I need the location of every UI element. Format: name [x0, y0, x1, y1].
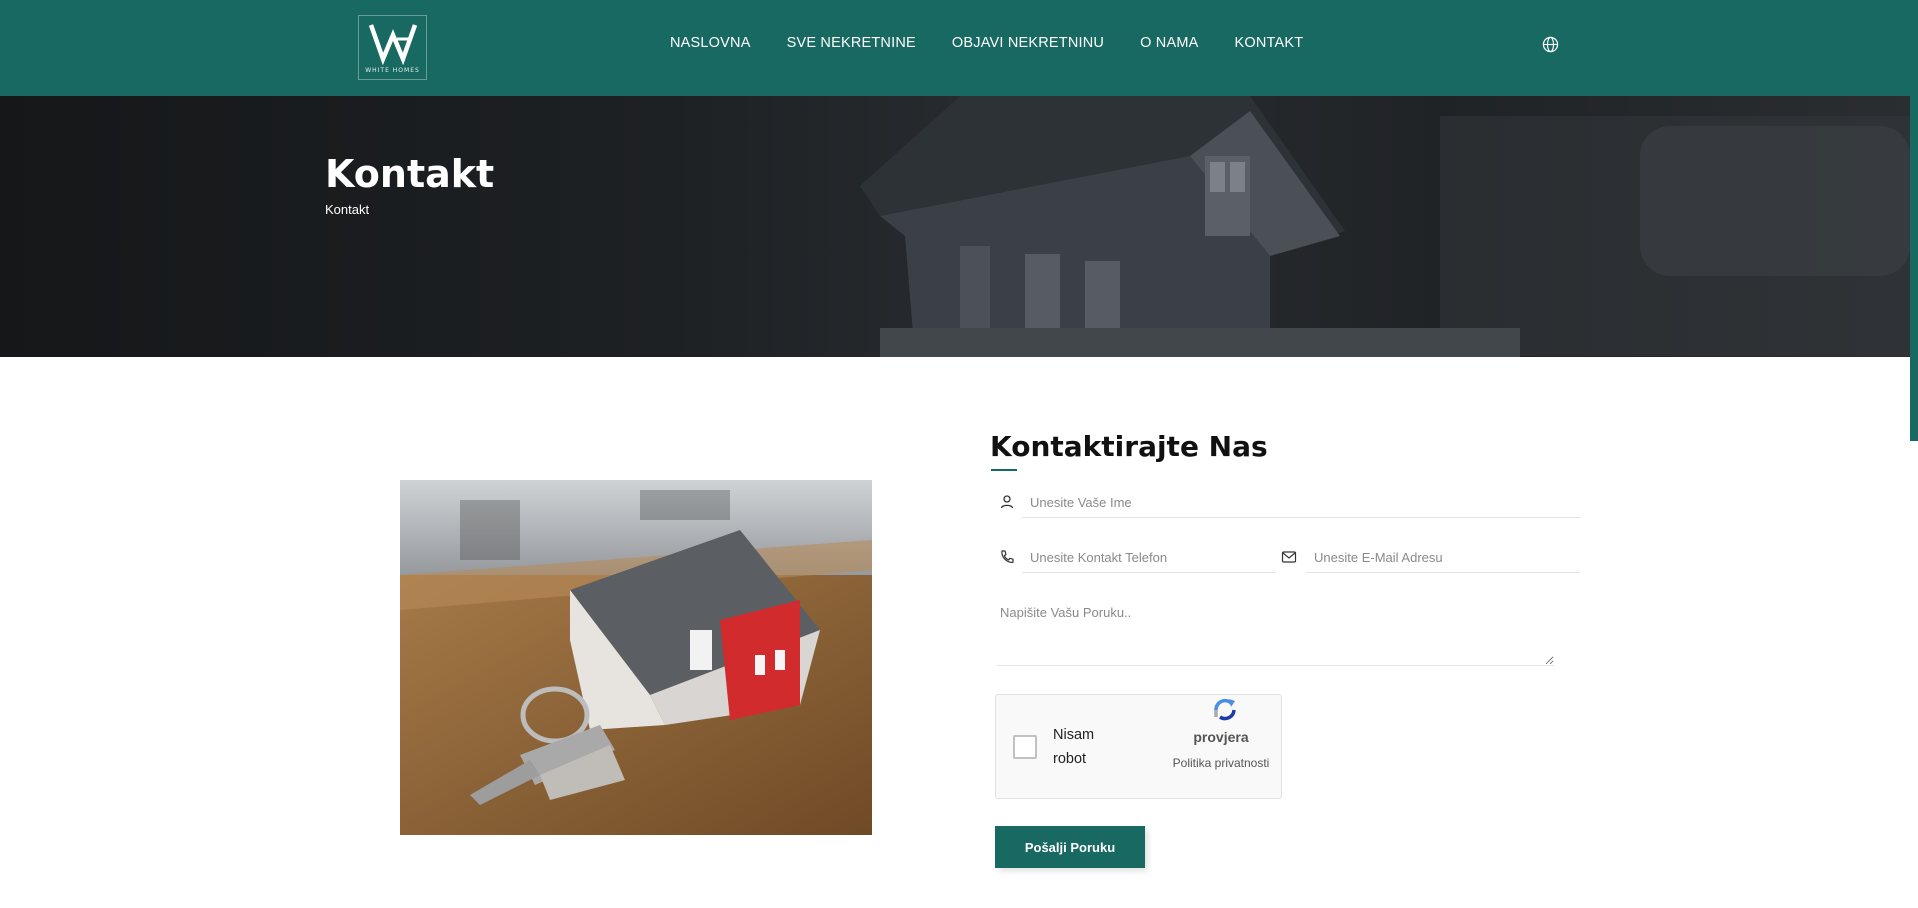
email-field: [1306, 543, 1580, 573]
form-title: Kontaktirajte Nas: [990, 430, 1268, 463]
site-header: WHITE HOMES NASLOVNA SVE NEKRETNINE OBJA…: [0, 0, 1918, 96]
phone-icon: [999, 549, 1015, 565]
house-keys-image: [400, 480, 872, 835]
captcha-brand: provjera: [1193, 729, 1249, 745]
logo-mark-icon: [368, 24, 417, 65]
submit-button[interactable]: Pošalji Poruku: [995, 826, 1145, 868]
captcha-widget: Nisam robot provjera Politika privatnost…: [995, 694, 1282, 799]
captcha-privacy-link[interactable]: Politika privatnosti: [1161, 751, 1281, 775]
message-textarea[interactable]: [997, 596, 1554, 665]
user-icon: [999, 494, 1015, 510]
title-underline: [991, 469, 1017, 471]
name-field: [1022, 488, 1580, 518]
logo-text: WHITE HOMES: [365, 67, 420, 74]
email-input[interactable]: [1306, 543, 1580, 572]
main-nav: NASLOVNA SVE NEKRETNINE OBJAVI NEKRETNIN…: [670, 35, 1303, 51]
nav-item-o-nama[interactable]: O NAMA: [1140, 35, 1198, 51]
message-field: [997, 596, 1554, 666]
name-input[interactable]: [1022, 488, 1580, 517]
nav-item-objavi-nekretninu[interactable]: OBJAVI NEKRETNINU: [952, 35, 1104, 51]
breadcrumb[interactable]: Kontakt: [325, 202, 369, 217]
captcha-checkbox[interactable]: [1013, 735, 1037, 759]
globe-icon[interactable]: [1542, 36, 1559, 53]
phone-input[interactable]: [1022, 543, 1276, 572]
phone-field: [1022, 543, 1276, 573]
nav-item-sve-nekretnine[interactable]: SVE NEKRETNINE: [787, 35, 916, 51]
nav-item-kontakt[interactable]: KONTAKT: [1234, 35, 1303, 51]
page-title: Kontakt: [325, 152, 495, 196]
mail-icon: [1281, 549, 1297, 565]
recaptcha-icon: [1214, 698, 1236, 721]
logo[interactable]: WHITE HOMES: [358, 15, 427, 80]
hero-house-image: [860, 96, 1910, 357]
hero-banner: Kontakt Kontakt: [0, 96, 1918, 357]
house-keys-photo: [400, 480, 872, 835]
scrollbar[interactable]: [1910, 96, 1918, 441]
nav-item-naslovna[interactable]: NASLOVNA: [670, 35, 751, 51]
captcha-label: Nisam robot: [1053, 727, 1095, 767]
